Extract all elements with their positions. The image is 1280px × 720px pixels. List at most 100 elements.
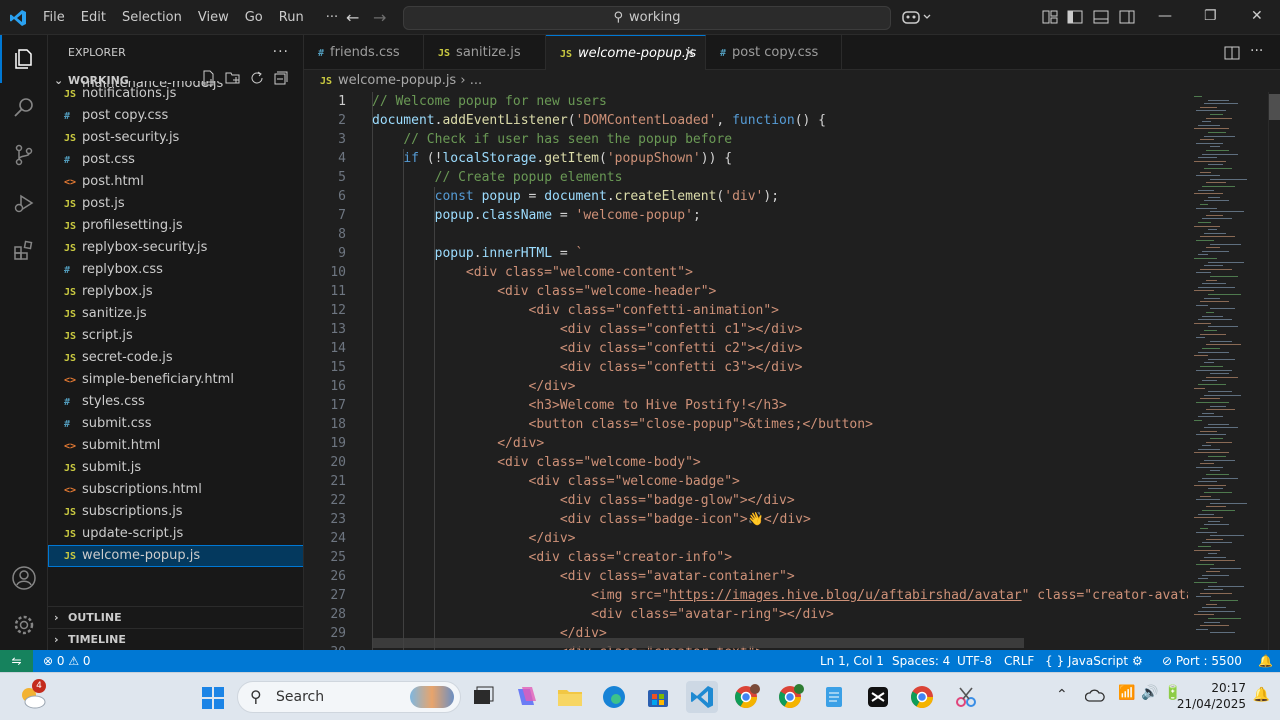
copilot-status-icon[interactable]: ⚙	[1132, 650, 1143, 672]
more-actions-icon[interactable]: ···	[273, 35, 289, 70]
wifi-icon[interactable]: 📶	[1118, 685, 1135, 701]
file-item[interactable]: JS subscriptions.js	[48, 501, 303, 523]
edge-browser-icon[interactable]	[598, 681, 630, 713]
file-explorer-icon[interactable]	[554, 681, 586, 713]
file-item[interactable]: <> simple-beneficiary.html	[48, 369, 303, 391]
file-item[interactable]: JS post-security.js	[48, 127, 303, 149]
code-editor[interactable]: 1 // Welcome popup for new users 2 document…	[304, 92, 1188, 650]
outline-section[interactable]: › OUTLINE	[48, 606, 303, 628]
editor-more-actions-icon[interactable]: ···	[1250, 43, 1263, 59]
volume-icon[interactable]: 🔊	[1141, 685, 1158, 701]
copilot-app-icon[interactable]	[510, 681, 542, 713]
scrollbar-thumb[interactable]	[1269, 94, 1280, 120]
menu-go[interactable]: Go	[237, 0, 271, 35]
minimize-icon[interactable]: —	[1158, 8, 1172, 24]
explorer-icon[interactable]	[0, 35, 48, 83]
cursor-position[interactable]: Ln 1, Col 1	[820, 650, 884, 672]
remote-indicator-icon[interactable]: ⇋	[0, 650, 33, 672]
file-item[interactable]: <> subscriptions.html	[48, 479, 303, 501]
tab-welcome-popup-js[interactable]: JS welcome-popup.js ✕	[546, 35, 706, 71]
restore-icon[interactable]: ❐	[1204, 8, 1217, 24]
toggle-secondary-sidebar-icon[interactable]	[1119, 9, 1135, 25]
file-item[interactable]: JS script.js	[48, 325, 303, 347]
command-center-search[interactable]: ⚲ working	[403, 6, 891, 30]
weather-widget-icon[interactable]: 4	[18, 679, 48, 711]
menu-edit[interactable]: Edit	[73, 0, 114, 35]
timeline-section[interactable]: › TIMELINE	[48, 628, 303, 650]
chrome-icon[interactable]	[906, 681, 938, 713]
windows-start-icon[interactable]	[201, 686, 225, 710]
vertical-scrollbar[interactable]	[1268, 92, 1280, 650]
system-clock[interactable]: 20:17 21/04/2025	[1177, 680, 1246, 712]
tab-post-copy-css[interactable]: # post copy.css	[706, 35, 842, 70]
task-view-icon[interactable]	[467, 681, 499, 713]
search-icon[interactable]	[0, 83, 48, 131]
file-item[interactable]: JS profilesetting.js	[48, 215, 303, 237]
toggle-panel-icon[interactable]	[1093, 9, 1109, 25]
horizontal-scrollbar[interactable]	[372, 638, 1024, 648]
file-item[interactable]: # post.css	[48, 149, 303, 171]
minimap-line	[1200, 560, 1235, 562]
live-server-port[interactable]: ⊘ Port : 5500	[1162, 650, 1242, 672]
problems-indicator[interactable]: ⊗ 0 ⚠ 0	[43, 650, 91, 672]
minimap-line	[1200, 139, 1214, 141]
minimap-line	[1200, 236, 1235, 238]
language-mode[interactable]: { } JavaScript	[1045, 650, 1128, 672]
chevron-up-icon[interactable]: ⌃	[1056, 687, 1068, 703]
line-number: 9	[338, 246, 346, 261]
file-item[interactable]: # post copy.css	[48, 105, 303, 127]
file-item[interactable]: JS post.js	[48, 193, 303, 215]
file-item[interactable]: JS replybox.js	[48, 281, 303, 303]
extensions-icon[interactable]	[0, 227, 48, 275]
tab-sanitize-js[interactable]: JS sanitize.js	[424, 35, 546, 70]
file-item[interactable]: JS submit.js	[48, 457, 303, 479]
file-item[interactable]: # styles.css	[48, 391, 303, 413]
vscode-taskbar-icon[interactable]	[686, 681, 718, 713]
file-item[interactable]: # submit.css	[48, 413, 303, 435]
file-item[interactable]: <> submit.html	[48, 435, 303, 457]
toggle-primary-sidebar-icon[interactable]	[1067, 9, 1083, 25]
breadcrumb-file[interactable]: welcome-popup.js	[338, 73, 456, 88]
file-item[interactable]: JS sanitize.js	[48, 303, 303, 325]
menu-more[interactable]: ···	[318, 0, 346, 35]
breadcrumb-rest[interactable]: › ...	[460, 73, 482, 88]
end-of-line[interactable]: CRLF	[1004, 650, 1034, 672]
file-item[interactable]: JS replybox-security.js	[48, 237, 303, 259]
minimap-line	[1194, 193, 1223, 195]
run-debug-icon[interactable]	[0, 179, 48, 227]
close-window-icon[interactable]: ✕	[1251, 8, 1263, 24]
file-item[interactable]: JS secret-code.js	[48, 347, 303, 369]
menu-selection[interactable]: Selection	[114, 0, 190, 35]
file-item[interactable]: JS notifications.js	[48, 83, 303, 105]
back-arrow-icon[interactable]: ←	[346, 8, 359, 27]
manage-gear-icon[interactable]	[0, 601, 48, 649]
microsoft-store-icon[interactable]	[642, 681, 674, 713]
menu-run[interactable]: Run	[271, 0, 312, 35]
source-control-icon[interactable]	[0, 131, 48, 179]
encoding[interactable]: UTF-8	[957, 650, 992, 672]
notifications-bell-icon[interactable]: 🔔	[1258, 650, 1273, 672]
minimap[interactable]	[1188, 92, 1268, 650]
customize-layout-icon[interactable]	[1042, 9, 1058, 25]
notification-center-icon[interactable]: 🔔	[1253, 687, 1270, 703]
close-tab-icon[interactable]: ✕	[684, 36, 695, 71]
taskbar-search[interactable]: ⚲ Search	[237, 681, 461, 713]
menu-view[interactable]: View	[190, 0, 237, 35]
chrome-profile-2-icon[interactable]	[774, 681, 806, 713]
onedrive-icon[interactable]	[1085, 688, 1105, 704]
menu-file[interactable]: File	[35, 0, 73, 35]
file-item[interactable]: JS update-script.js	[48, 523, 303, 545]
file-item[interactable]: <> post.html	[48, 171, 303, 193]
indentation[interactable]: Spaces: 4	[892, 650, 950, 672]
chrome-profile-1-icon[interactable]	[730, 681, 762, 713]
capcut-icon[interactable]	[862, 681, 894, 713]
file-item[interactable]: # replybox.css	[48, 259, 303, 281]
accounts-icon[interactable]	[0, 554, 48, 602]
copilot-icon[interactable]	[902, 9, 932, 25]
file-item[interactable]: JS welcome-popup.js	[48, 545, 303, 567]
notepad-icon[interactable]	[818, 681, 850, 713]
forward-arrow-icon[interactable]: →	[373, 8, 386, 27]
split-editor-icon[interactable]	[1224, 45, 1240, 61]
snipping-tool-icon[interactable]	[950, 681, 982, 713]
tab-friends-css[interactable]: # friends.css	[304, 35, 424, 70]
